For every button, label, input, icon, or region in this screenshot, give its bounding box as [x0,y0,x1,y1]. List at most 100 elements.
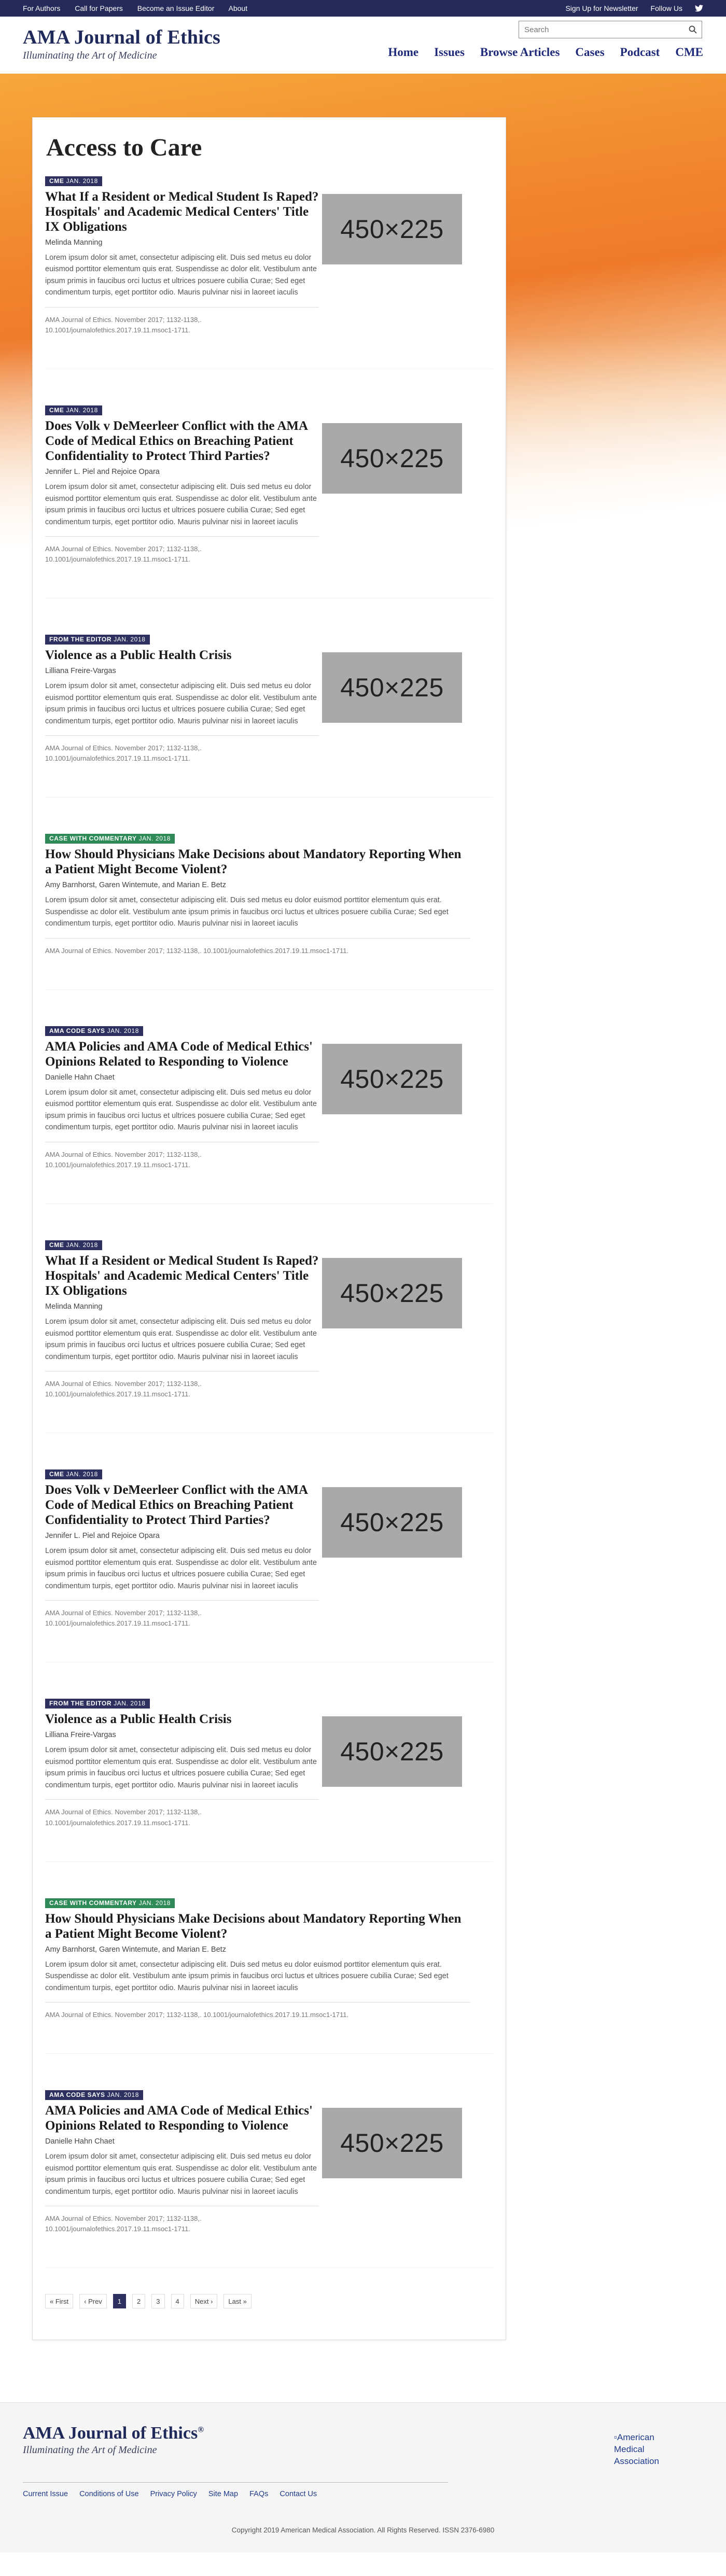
article-excerpt: Lorem ipsum dolor sit amet, consectetur … [45,483,317,526]
article-excerpt: Lorem ipsum dolor sit amet, consectetur … [45,1088,317,1132]
article-title-link[interactable]: Does Volk v DeMeerleer Conflict with the… [45,1482,319,1528]
badge-category: FROM THE EDITOR [49,1700,112,1707]
footer-title-text: AMA Journal of Ethics [23,2424,198,2443]
article-category-badge[interactable]: CME JAN. 2018 [45,405,102,416]
article-title-link[interactable]: How Should Physicians Make Decisions abo… [45,1911,470,1941]
article-item: FROM THE EDITOR JAN. 2018 Violence as a P… [45,635,493,798]
footer-link-faqs[interactable]: FAQs [249,2490,268,2498]
article-item: AMA CODE SAYS JAN. 2018 AMA Policies and … [45,1026,493,1205]
pagination: « First ‹ Prev 1 2 3 4 Next › Last » [45,2294,493,2309]
link-for-authors[interactable]: For Authors [23,4,60,12]
article-category-badge[interactable]: CME JAN. 2018 [45,176,102,186]
article-title-link[interactable]: AMA Policies and AMA Code of Medical Eth… [45,2103,319,2133]
nav-home[interactable]: Home [388,46,418,59]
pagination-page-2[interactable]: 2 [132,2294,146,2309]
article-text: CASE WITH COMMENTARY JAN. 2018 How Should… [45,1898,470,2021]
search-icon[interactable] [684,21,702,38]
copyright-text: Copyright 2019 American Medical Associat… [231,2526,495,2535]
badge-date: JAN. 2018 [66,1241,98,1249]
ama-logo[interactable]: ▫American Medical Association [614,2432,681,2468]
article-text: CME JAN. 2018 Does Volk v DeMeerleer Conf… [45,1469,319,1629]
badge-date: JAN. 2018 [107,2091,139,2099]
nav-cases[interactable]: Cases [575,46,604,59]
footer-link-conditions-of-use[interactable]: Conditions of Use [79,2490,138,2498]
article-citation: AMA Journal of Ethics. November 2017; 11… [45,937,470,956]
article-title-link[interactable]: AMA Policies and AMA Code of Medical Eth… [45,1039,319,1069]
ama-logo-alt-text: American Medical Association [614,2432,659,2467]
article-thumbnail-placeholder[interactable]: 450×225 [322,1716,462,1787]
article-category-badge[interactable]: AMA CODE SAYS JAN. 2018 [45,2090,143,2101]
search-input[interactable] [519,21,684,38]
article-excerpt: Lorem ipsum dolor sit amet, consectetur … [45,682,317,725]
pagination-first[interactable]: « First [45,2294,74,2309]
article-thumbnail-placeholder[interactable]: 450×225 [322,194,462,264]
pagination-page-1[interactable]: 1 [113,2294,127,2309]
article-title-link[interactable]: Violence as a Public Health Crisis [45,1712,319,1727]
article-category-badge[interactable]: CME JAN. 2018 [45,1469,102,1480]
article-authors: Jennifer L. Piel and Rejoice Opara [45,468,160,477]
article-category-badge[interactable]: CASE WITH COMMENTARY JAN. 2018 [45,1898,175,1908]
article-authors: Danielle Hahn Chaet [45,1073,115,1082]
article-title-link[interactable]: Violence as a Public Health Crisis [45,648,319,663]
registered-mark: ® [198,2426,204,2435]
badge-category: CME [49,177,64,185]
nav-cme[interactable]: CME [675,46,703,59]
footer-link-contact-us[interactable]: Contact Us [280,2490,317,2498]
twitter-icon[interactable] [695,5,703,12]
article-category-badge[interactable]: FROM THE EDITOR JAN. 2018 [45,635,150,645]
article-excerpt: Lorem ipsum dolor sit amet, consectetur … [45,254,317,297]
nav-issues[interactable]: Issues [434,46,465,59]
article-category-badge[interactable]: FROM THE EDITOR JAN. 2018 [45,1699,150,1709]
pagination-next[interactable]: Next › [190,2294,218,2309]
article-thumbnail-placeholder[interactable]: 450×225 [322,423,462,494]
pagination-prev[interactable]: ‹ Prev [79,2294,107,2309]
article-category-badge[interactable]: CASE WITH COMMENTARY JAN. 2018 [45,834,175,844]
article-thumbnail-placeholder[interactable]: 450×225 [322,2108,462,2179]
article-title-link[interactable]: Does Volk v DeMeerleer Conflict with the… [45,418,319,464]
link-call-for-papers[interactable]: Call for Papers [75,4,123,12]
footer-link-privacy-policy[interactable]: Privacy Policy [150,2490,197,2498]
link-become-issue-editor[interactable]: Become an Issue Editor [137,4,215,12]
follow-us-link[interactable]: Follow Us [651,4,682,12]
pagination-last[interactable]: Last » [224,2294,252,2309]
article-item: CASE WITH COMMENTARY JAN. 2018 How Should… [45,1898,493,2054]
article-title-link[interactable]: How Should Physicians Make Decisions abo… [45,847,470,877]
footer-link-site-map[interactable]: Site Map [208,2490,238,2498]
article-excerpt: Lorem ipsum dolor sit amet, consectetur … [45,1318,317,1361]
badge-date: JAN. 2018 [114,636,146,643]
article-citation: AMA Journal of Ethics. November 2017; 11… [45,1799,319,1828]
article-title-link[interactable]: What If a Resident or Medical Student Is… [45,189,319,234]
article-item: CME JAN. 2018 Does Volk v DeMeerleer Conf… [45,405,493,599]
badge-category: AMA CODE SAYS [49,2091,105,2099]
article-excerpt: Lorem ipsum dolor sit amet, consectetur … [45,1960,449,1992]
nav-browse-articles[interactable]: Browse Articles [480,46,560,59]
badge-category: AMA CODE SAYS [49,1027,105,1035]
article-thumbnail-placeholder[interactable]: 450×225 [322,1487,462,1558]
article-citation: AMA Journal of Ethics. November 2017; 11… [45,306,319,335]
link-about[interactable]: About [229,4,248,12]
pagination-page-3[interactable]: 3 [151,2294,165,2309]
article-category-badge[interactable]: CME JAN. 2018 [45,1240,102,1251]
newsletter-signup-link[interactable]: Sign Up for Newsletter [565,4,638,12]
article-thumbnail-placeholder[interactable]: 450×225 [322,652,462,723]
pagination-page-4[interactable]: 4 [171,2294,184,2309]
article-item: CME JAN. 2018 Does Volk v DeMeerleer Conf… [45,1469,493,1663]
article-excerpt: Lorem ipsum dolor sit amet, consectetur … [45,1746,317,1789]
top-utility-bar: For Authors Call for Papers Become an Is… [0,0,726,17]
footer-link-current-issue[interactable]: Current Issue [23,2490,68,2498]
nav-podcast[interactable]: Podcast [620,46,660,59]
article-title-link[interactable]: What If a Resident or Medical Student Is… [45,1253,319,1298]
badge-date: JAN. 2018 [107,1027,139,1035]
article-text: CME JAN. 2018 What If a Resident or Medic… [45,1240,319,1399]
article-text: FROM THE EDITOR JAN. 2018 Violence as a P… [45,1699,319,1828]
utility-links: For Authors Call for Papers Become an Is… [23,4,260,12]
article-category-badge[interactable]: AMA CODE SAYS JAN. 2018 [45,1026,143,1037]
article-thumbnail-placeholder[interactable]: 450×225 [322,1258,462,1329]
article-citation: AMA Journal of Ethics. November 2017; 11… [45,536,319,565]
badge-category: CASE WITH COMMENTARY [49,1899,137,1907]
badge-category: FROM THE EDITOR [49,636,112,643]
page-title: Access to Care [46,134,202,161]
article-thumbnail-placeholder[interactable]: 450×225 [322,1044,462,1115]
article-item: AMA CODE SAYS JAN. 2018 AMA Policies and … [45,2090,493,2269]
footer-logo-title[interactable]: AMA Journal of Ethics® [23,2424,703,2443]
